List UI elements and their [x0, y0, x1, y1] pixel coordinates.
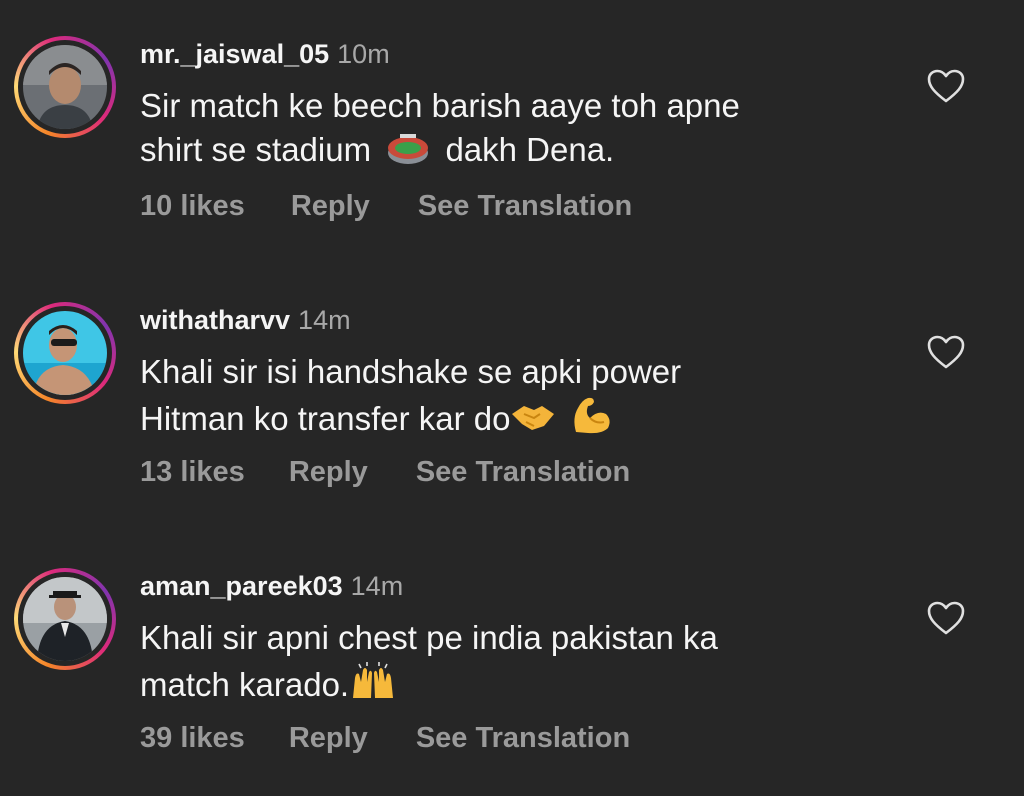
- username[interactable]: withatharvv: [140, 305, 290, 335]
- story-ring[interactable]: [14, 302, 116, 404]
- see-translation-button[interactable]: See Translation: [416, 722, 630, 755]
- comment-line: Khali sir isi handshake se apki power: [140, 353, 682, 390]
- stadium-emoji: [386, 131, 430, 176]
- likes-count[interactable]: 39 likes: [140, 722, 245, 755]
- comment-actions: 13 likes Reply See Translation: [140, 456, 630, 489]
- reply-button[interactable]: Reply: [289, 456, 368, 489]
- username[interactable]: aman_pareek03: [140, 571, 343, 601]
- likes-count[interactable]: 13 likes: [140, 456, 245, 489]
- avatar[interactable]: [23, 311, 107, 395]
- heart-outline-icon[interactable]: [926, 334, 966, 370]
- comment-text: Sir match ke beech barish aaye toh apne …: [140, 84, 900, 176]
- comment-actions: 10 likes Reply See Translation: [140, 190, 632, 223]
- comment-line: match karado.: [140, 660, 900, 711]
- raising-hands-emoji: [349, 660, 397, 711]
- avatar-ring-gap: [18, 306, 112, 400]
- flexed-biceps-emoji: [568, 394, 612, 445]
- comment-line-text: Hitman ko transfer kar do: [140, 400, 511, 437]
- handshake-emoji: [510, 400, 556, 445]
- story-ring[interactable]: [14, 36, 116, 138]
- see-translation-button[interactable]: See Translation: [418, 190, 632, 223]
- comment-item: aman_pareek03 14m Khali sir apni chest pe…: [0, 532, 1024, 772]
- see-translation-button[interactable]: See Translation: [416, 456, 630, 489]
- comment-text: Khali sir isi handshake se apki power Hi…: [140, 350, 900, 445]
- comment-line-text: match karado.: [140, 666, 350, 703]
- story-ring[interactable]: [14, 568, 116, 670]
- comment-item: mr._jaiswal_05 10m Sir match ke beech bar…: [0, 0, 1024, 240]
- comment-text: Khali sir apni chest pe india pakistan k…: [140, 616, 900, 711]
- avatar[interactable]: [23, 577, 107, 661]
- avatar-ring-gap: [18, 572, 112, 666]
- comment-line: Hitman ko transfer kar do: [140, 394, 900, 445]
- avatar-image: [23, 45, 107, 129]
- avatar-image: [23, 577, 107, 661]
- username[interactable]: mr._jaiswal_05: [140, 39, 329, 69]
- comment-item: withatharvv 14m Khali sir isi handshake s…: [0, 266, 1024, 506]
- comment-line-text: shirt se stadium: [140, 131, 372, 168]
- avatar-image: [23, 311, 107, 395]
- likes-count[interactable]: 10 likes: [140, 190, 245, 223]
- comment-line: shirt se stadium dakh Dena.: [140, 128, 900, 176]
- comment-actions: 39 likes Reply See Translation: [140, 722, 630, 755]
- comment-line: Sir match ke beech barish aaye toh apne: [140, 87, 740, 124]
- comment-header: mr._jaiswal_05 10m: [140, 38, 390, 70]
- timestamp: 10m: [337, 39, 390, 69]
- heart-outline-icon[interactable]: [926, 68, 966, 104]
- comment-header: withatharvv 14m: [140, 304, 351, 336]
- reply-button[interactable]: Reply: [289, 722, 368, 755]
- comment-line-text: dakh Dena.: [445, 131, 615, 168]
- timestamp: 14m: [298, 305, 351, 335]
- heart-outline-icon[interactable]: [926, 600, 966, 636]
- avatar[interactable]: [23, 45, 107, 129]
- timestamp: 14m: [350, 571, 404, 601]
- avatar-ring-gap: [18, 40, 112, 134]
- reply-button[interactable]: Reply: [291, 190, 370, 223]
- comment-header: aman_pareek03 14m: [140, 570, 403, 602]
- comment-line: Khali sir apni chest pe india pakistan k…: [140, 619, 718, 656]
